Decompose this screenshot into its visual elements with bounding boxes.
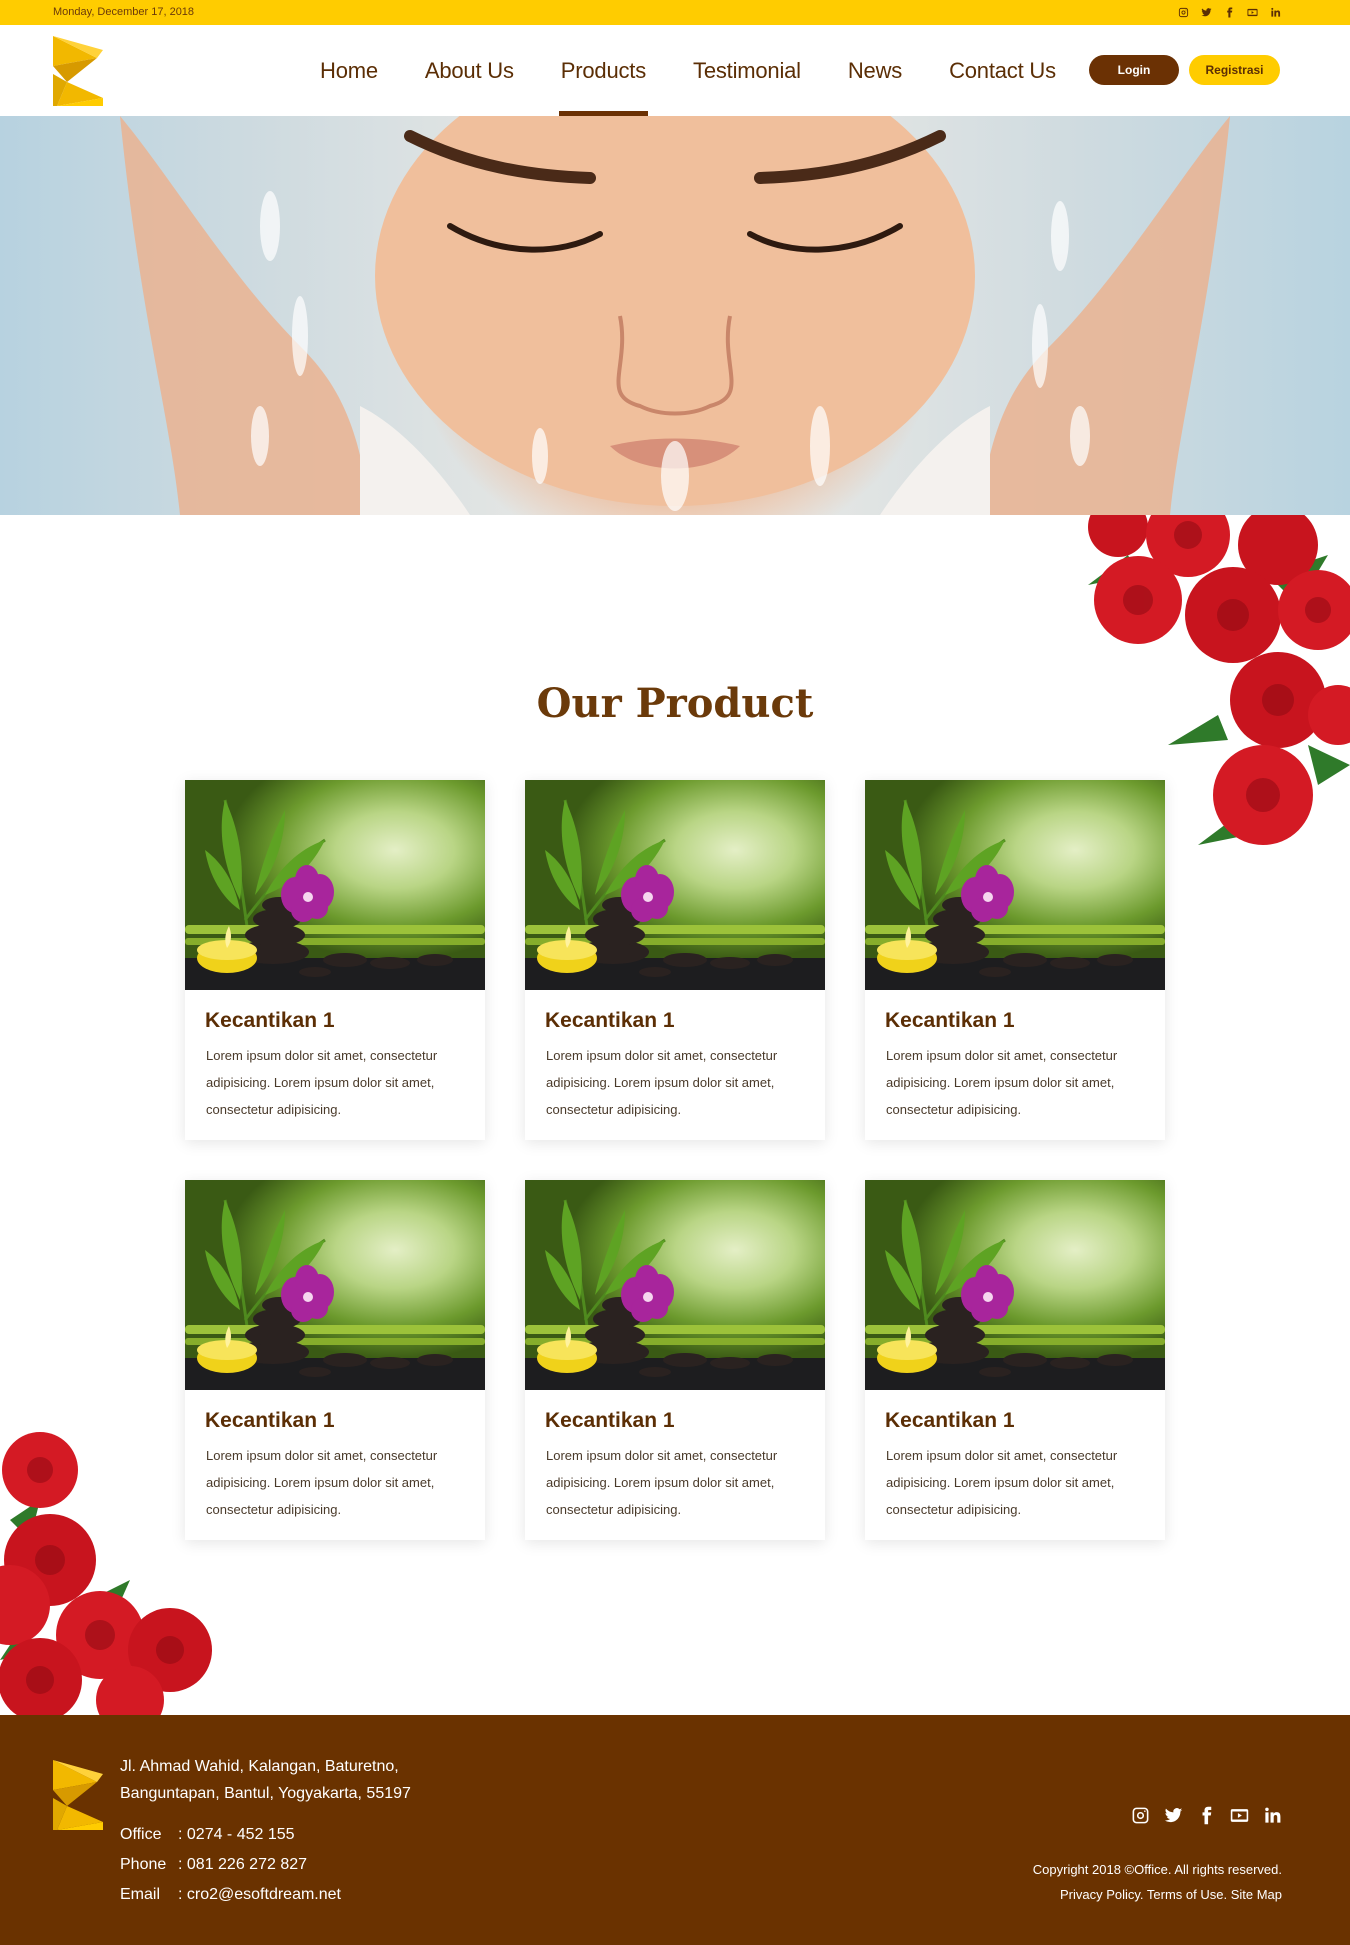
main-nav: Home About Us Products Testimonial News … [320,25,1103,116]
phone-value: : 081 226 272 827 [178,1856,308,1873]
product-image [185,1180,485,1390]
top-bar: Monday, December 17, 2018 [0,0,1350,25]
brand-logo[interactable] [53,36,103,106]
footer-address: Jl. Ahmad Wahid, Kalangan, Baturetno, Ba… [120,1753,520,1807]
footer-brand-logo[interactable] [53,1760,103,1830]
youtube-icon[interactable] [1245,5,1259,19]
product-image [865,780,1165,990]
facebook-icon[interactable] [1222,5,1236,19]
site-footer: Jl. Ahmad Wahid, Kalangan, Baturetno, Ba… [0,1715,1350,1945]
product-description: Lorem ipsum dolor sit amet, consectetur … [546,1448,778,1517]
address-line: Banguntapan, Bantul, Yogyakarta, 55197 [120,1785,411,1802]
product-title: Kecantikan 1 [205,1409,335,1432]
product-description: Lorem ipsum dolor sit amet, consectetur … [206,1448,438,1517]
product-card[interactable]: Kecantikan 1 Lorem ipsum dolor sit amet,… [865,1180,1165,1540]
nav-contact-us[interactable]: Contact Us [949,25,1056,116]
product-title: Kecantikan 1 [885,1409,1015,1432]
linkedin-icon[interactable] [1262,1805,1282,1825]
nav-home[interactable]: Home [320,25,378,116]
product-image [525,780,825,990]
office-row: Office : 0274 - 452 155 [120,1820,341,1850]
product-title: Kecantikan 1 [545,1409,675,1432]
product-title: Kecantikan 1 [885,1009,1015,1032]
product-card[interactable]: Kecantikan 1 Lorem ipsum dolor sit amet,… [185,780,485,1140]
office-value: : 0274 - 452 155 [178,1826,295,1843]
instagram-icon[interactable] [1130,1805,1150,1825]
product-card[interactable]: Kecantikan 1 Lorem ipsum dolor sit amet,… [525,780,825,1140]
email-value[interactable]: : cro2@esoftdream.net [178,1880,341,1910]
product-description: Lorem ipsum dolor sit amet, consectetur … [886,1048,1118,1117]
section-title: Our Product [536,680,814,727]
footer-contact: Office : 0274 - 452 155 Phone : 081 226 … [120,1820,341,1910]
product-title: Kecantikan 1 [205,1009,335,1032]
product-title: Kecantikan 1 [545,1009,675,1032]
email-row: Email : cro2@esoftdream.net [120,1880,341,1910]
twitter-icon[interactable] [1199,5,1213,19]
address-line: Jl. Ahmad Wahid, Kalangan, Baturetno, [120,1758,399,1775]
linkedin-icon[interactable] [1268,5,1282,19]
footer-social-links [1130,1805,1282,1825]
phone-label: Phone [120,1856,167,1873]
nav-about-us[interactable]: About Us [425,25,514,116]
copyright-text: Copyright 2018 ©Office. All rights reser… [1032,1862,1282,1877]
product-description: Lorem ipsum dolor sit amet, consectetur … [206,1048,438,1117]
hero-banner-image [0,116,1350,515]
product-card[interactable]: Kecantikan 1 Lorem ipsum dolor sit amet,… [865,780,1165,1140]
product-card[interactable]: Kecantikan 1 Lorem ipsum dolor sit amet,… [185,1180,485,1540]
facebook-icon[interactable] [1196,1805,1216,1825]
office-label: Office [120,1826,162,1843]
register-button[interactable]: Registrasi [1189,55,1280,85]
top-social-links [1176,5,1282,19]
product-image [185,780,485,990]
product-image [525,1180,825,1390]
footer-legal: Copyright 2018 ©Office. All rights reser… [1033,1857,1282,1907]
product-image [865,1180,1165,1390]
product-card[interactable]: Kecantikan 1 Lorem ipsum dolor sit amet,… [525,1180,825,1540]
footer-links[interactable]: Privacy Policy. Terms of Use. Site Map [1033,1882,1282,1907]
nav-products[interactable]: Products [558,25,649,116]
phone-row: Phone : 081 226 272 827 [120,1850,341,1880]
decorative-roses-bottom-left [0,1430,220,1734]
nav-testimonial[interactable]: Testimonial [693,25,801,116]
email-label: Email [120,1886,161,1903]
product-description: Lorem ipsum dolor sit amet, consectetur … [886,1448,1118,1517]
site-header: Home About Us Products Testimonial News … [0,25,1350,116]
current-date: Monday, December 17, 2018 [53,6,195,18]
youtube-icon[interactable] [1229,1805,1249,1825]
login-button[interactable]: Login [1089,55,1179,85]
twitter-icon[interactable] [1163,1805,1183,1825]
nav-news[interactable]: News [848,25,902,116]
instagram-icon[interactable] [1176,5,1190,19]
product-description: Lorem ipsum dolor sit amet, consectetur … [546,1048,778,1117]
